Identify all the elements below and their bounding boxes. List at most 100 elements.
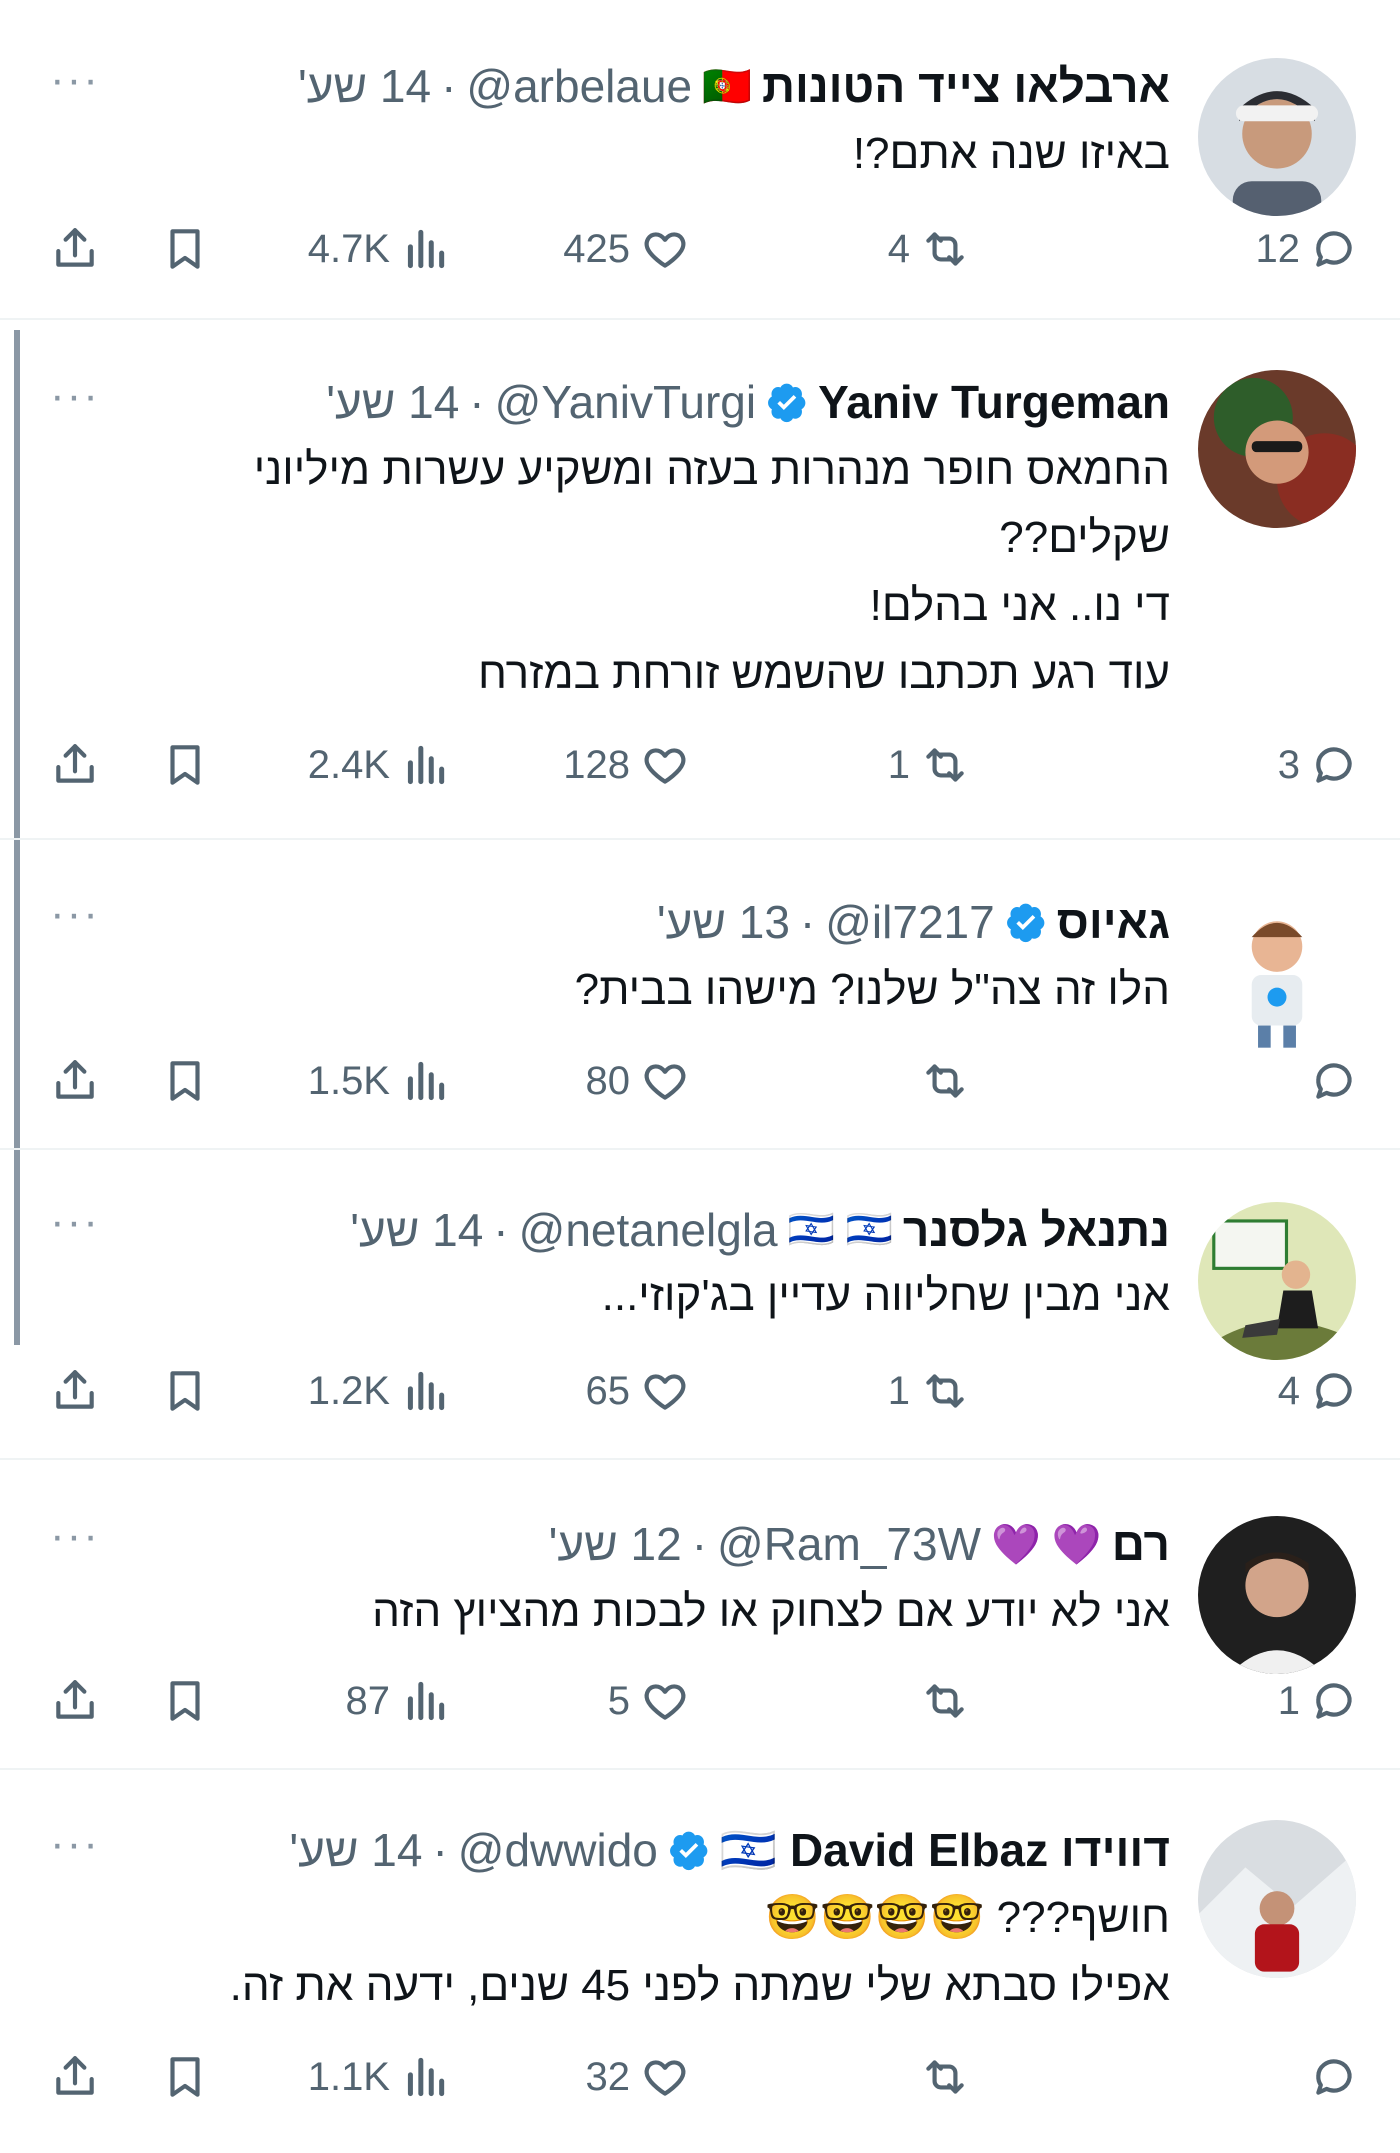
share-icon [56, 1370, 94, 1409]
share-button[interactable] [50, 2042, 100, 2112]
user-handle[interactable]: @dwwido [458, 1823, 658, 1877]
user-name[interactable]: רם [1112, 1517, 1170, 1571]
like-button[interactable]: 5 [608, 1666, 690, 1736]
retweet-icon [926, 1064, 964, 1098]
tweet-time[interactable]: 14 שע' [298, 59, 431, 113]
like-button[interactable]: 80 [586, 1046, 691, 1116]
action-bar: 3 1 128 2.4K [0, 730, 1400, 800]
replie-count: 4 [1277, 1368, 1300, 1413]
view-count: 2.4K [307, 742, 390, 787]
retweet-button[interactable] [910, 2042, 970, 2112]
separator-dot: · [799, 896, 816, 948]
avatar[interactable] [1198, 1202, 1356, 1360]
reply-button[interactable]: 3 [1278, 730, 1360, 800]
avatar[interactable] [1198, 896, 1356, 1054]
like-count: 65 [585, 1368, 631, 1413]
user-handle[interactable]: @Ram_73W [717, 1517, 981, 1571]
verified-badge-icon [1006, 903, 1045, 943]
views-button[interactable]: 1.1K [308, 2042, 450, 2112]
retweet-button[interactable]: 1 [888, 1356, 970, 1426]
like-icon [644, 1064, 686, 1100]
share-button[interactable] [50, 214, 100, 284]
more-icon[interactable]: ··· [50, 892, 100, 936]
bookmark-button[interactable] [160, 2042, 210, 2112]
retweet-button[interactable] [910, 1666, 970, 1736]
retweet-icon [926, 1684, 964, 1718]
tweet-line: אני מבין שחליווה עדיין בג'קוזי... [601, 1271, 1170, 1320]
bookmark-icon [170, 1681, 200, 1721]
tweet-time[interactable]: 14 שע' [289, 1823, 422, 1877]
tweet-time[interactable]: 13 שע' [657, 895, 790, 949]
action-bar: 4 1 65 1.2K [0, 1356, 1400, 1426]
user-handle[interactable]: @YanivTurgi [495, 375, 756, 429]
avatar[interactable] [1198, 58, 1356, 216]
tweet-time[interactable]: 14 שע' [326, 375, 459, 429]
user-name[interactable]: גאיוס [1057, 895, 1170, 949]
views-button[interactable]: 4.7K [308, 214, 450, 284]
user-handle[interactable]: @arbelaue [466, 59, 692, 113]
share-button[interactable] [50, 1356, 100, 1426]
tweet-line: הלו זה צה"ל שלנו? מישהו בבית? [574, 965, 1170, 1014]
tweet-3[interactable]: ··· 14 שע' · @netanelgla 🇮🇱 🇮🇱 נתנאל גלס… [0, 1150, 1400, 1460]
purple-heart-emoji: 💜 💜 [991, 1522, 1102, 1567]
reply-icon [1316, 231, 1352, 267]
avatar[interactable] [1198, 1820, 1356, 1978]
reply-feed: ··· 14 שע' · @arbelaue 🇵🇹 ארבלאו צייד הט… [0, 0, 1400, 2153]
tweet-time[interactable]: 12 שע' [549, 1517, 682, 1571]
tweet-4[interactable]: ··· 12 שע' · @Ram_73W 💜 💜 רם אני לא יודע… [0, 1460, 1400, 1770]
views-icon [407, 1061, 445, 1101]
view-count: 87 [345, 1678, 391, 1723]
share-icon [56, 1060, 94, 1099]
tweet-line: חושף??? 🤓🤓🤓🤓 [765, 1893, 1170, 1942]
more-icon[interactable]: ··· [50, 1822, 100, 1866]
tweet-0[interactable]: ··· 14 שע' · @arbelaue 🇵🇹 ארבלאו צייד הט… [0, 0, 1400, 320]
bookmark-button[interactable] [160, 1356, 210, 1426]
user-handle[interactable]: @il7217 [825, 895, 994, 949]
reply-button[interactable]: 4 [1278, 1356, 1360, 1426]
user-name[interactable]: נתנאל גלסנר [903, 1203, 1170, 1257]
retweet-button[interactable]: 4 [888, 214, 970, 284]
views-button[interactable]: 87 [346, 1666, 451, 1736]
bookmark-icon [170, 745, 200, 785]
share-icon [56, 2056, 94, 2095]
like-button[interactable]: 65 [586, 1356, 691, 1426]
share-button[interactable] [50, 730, 100, 800]
bookmark-button[interactable] [160, 1046, 210, 1116]
tweet-5[interactable]: ··· 14 שע' · @dwwido דווידו 🇮🇱 David Elb… [0, 1770, 1400, 2153]
reply-button[interactable]: 1 [1278, 1666, 1360, 1736]
retweet-button[interactable] [910, 1046, 970, 1116]
user-handle[interactable]: @netanelgla [519, 1203, 778, 1257]
more-icon[interactable]: ··· [50, 374, 100, 418]
like-button[interactable]: 128 [563, 730, 690, 800]
reply-button[interactable] [1300, 2042, 1360, 2112]
reply-button[interactable] [1300, 1046, 1360, 1116]
more-icon[interactable]: ··· [50, 58, 100, 102]
like-button[interactable]: 425 [563, 214, 690, 284]
bookmark-button[interactable] [160, 730, 210, 800]
avatar[interactable] [1198, 370, 1356, 528]
bookmark-button[interactable] [160, 214, 210, 284]
tweet-header: 14 שע' · @netanelgla 🇮🇱 🇮🇱 נתנאל גלסנר [350, 1198, 1170, 1262]
bookmark-button[interactable] [160, 1666, 210, 1736]
share-button[interactable] [50, 1666, 100, 1736]
views-button[interactable]: 2.4K [308, 730, 450, 800]
retweet-icon [926, 1374, 964, 1408]
share-button[interactable] [50, 1046, 100, 1116]
avatar[interactable] [1198, 1516, 1356, 1674]
views-button[interactable]: 1.2K [308, 1356, 450, 1426]
user-name[interactable]: ארבלאו צייד הטונות [762, 59, 1170, 113]
user-name[interactable]: דווידו 🇮🇱 David Elbaz [720, 1823, 1170, 1878]
reply-icon [1316, 1063, 1352, 1099]
views-button[interactable]: 1.5K [308, 1046, 450, 1116]
more-icon[interactable]: ··· [50, 1514, 100, 1558]
like-icon [644, 2060, 686, 2096]
share-icon [56, 1680, 94, 1719]
like-button[interactable]: 32 [586, 2042, 691, 2112]
reply-button[interactable]: 12 [1256, 214, 1361, 284]
tweet-2[interactable]: ··· 13 שע' · @il7217 גאיוס הלו זה צה"ל ש… [0, 840, 1400, 1150]
retweet-button[interactable]: 1 [888, 730, 970, 800]
tweet-1[interactable]: ··· 14 שע' · @YanivTurgi Yaniv Turgeman … [0, 320, 1400, 840]
user-name[interactable]: Yaniv Turgeman [818, 375, 1170, 429]
tweet-time[interactable]: 14 שע' [350, 1203, 483, 1257]
more-icon[interactable]: ··· [50, 1200, 100, 1244]
